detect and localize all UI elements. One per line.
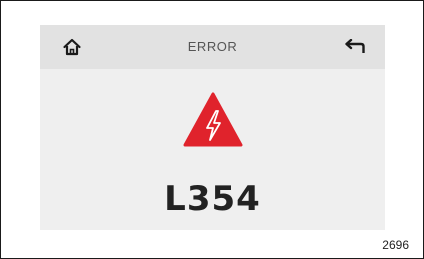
page-title: ERROR (187, 39, 238, 54)
home-icon (63, 38, 81, 56)
back-button[interactable] (342, 36, 368, 58)
header-bar: ERROR (40, 25, 385, 69)
home-button[interactable] (60, 36, 84, 58)
figure-number: 2696 (382, 238, 409, 252)
figure-frame: ERROR L354 2696 (0, 0, 424, 259)
display-screen: ERROR L354 (40, 25, 385, 230)
error-code: L354 (164, 179, 261, 219)
lightning-warning-icon (183, 92, 243, 147)
back-arrow-icon (345, 39, 365, 53)
